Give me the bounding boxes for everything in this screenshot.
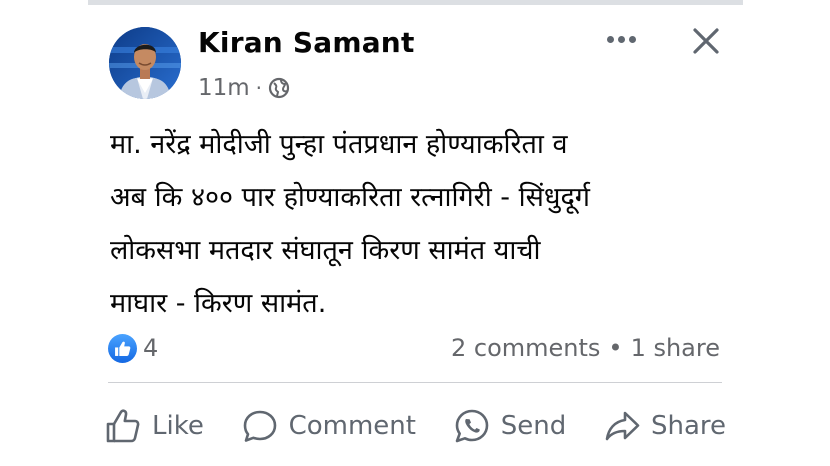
close-button[interactable] <box>690 25 722 57</box>
like-button[interactable]: Like <box>104 407 204 445</box>
post-text-line: मा. नरेंद्र मोदीजी पुन्हा पंतप्रधान होण्… <box>110 129 568 160</box>
close-icon <box>693 28 719 54</box>
reaction-count: 4 <box>143 334 159 362</box>
author-name[interactable]: Kiran Samant <box>198 26 415 59</box>
send-label: Send <box>500 411 567 441</box>
action-bar: Like Comment Send Share <box>104 402 726 450</box>
post-text-line: अब कि ४०० पार होण्याकरिता रत्नागिरी - सि… <box>110 182 590 213</box>
shares-count[interactable]: 1 share <box>631 334 720 362</box>
like-label: Like <box>152 411 204 441</box>
profile-photo-icon <box>109 27 181 99</box>
thumbs-up-icon <box>115 341 131 356</box>
globe-icon <box>268 77 290 99</box>
like-reaction-icon <box>108 333 137 363</box>
post-text-line: माघार - किरण सामंत. <box>110 288 327 319</box>
card-top-border <box>88 0 743 5</box>
whatsapp-icon <box>455 409 489 443</box>
share-icon <box>605 411 640 441</box>
meta-separator: · <box>255 76 263 100</box>
more-dot-icon <box>628 35 636 43</box>
comment-button[interactable]: Comment <box>241 407 416 445</box>
share-button[interactable]: Share <box>603 407 726 445</box>
post-text-line: लोकसभा मतदार संघातून किरण सामंत याची <box>110 235 541 266</box>
reaction-summary[interactable]: 4 <box>108 333 158 363</box>
comments-count[interactable]: 2 comments <box>451 334 600 362</box>
avatar[interactable] <box>109 27 181 99</box>
comment-icon <box>243 410 276 442</box>
post-timestamp[interactable]: 11m <box>198 75 250 101</box>
divider <box>108 382 722 383</box>
post-meta: 11m · <box>198 72 290 104</box>
post-text: मा. नरेंद्र मोदीजी पुन्हा पंतप्रधान होण्… <box>110 118 730 330</box>
engagement-separator: • <box>608 334 623 362</box>
thumbs-up-icon <box>106 409 140 443</box>
engagement-summary: 2 comments • 1 share <box>451 333 720 363</box>
comment-label: Comment <box>288 411 416 441</box>
share-label: Share <box>650 411 726 441</box>
more-dot-icon <box>606 35 614 43</box>
send-button[interactable]: Send <box>453 407 566 445</box>
more-options-button[interactable] <box>602 24 640 54</box>
more-dot-icon <box>617 35 625 43</box>
